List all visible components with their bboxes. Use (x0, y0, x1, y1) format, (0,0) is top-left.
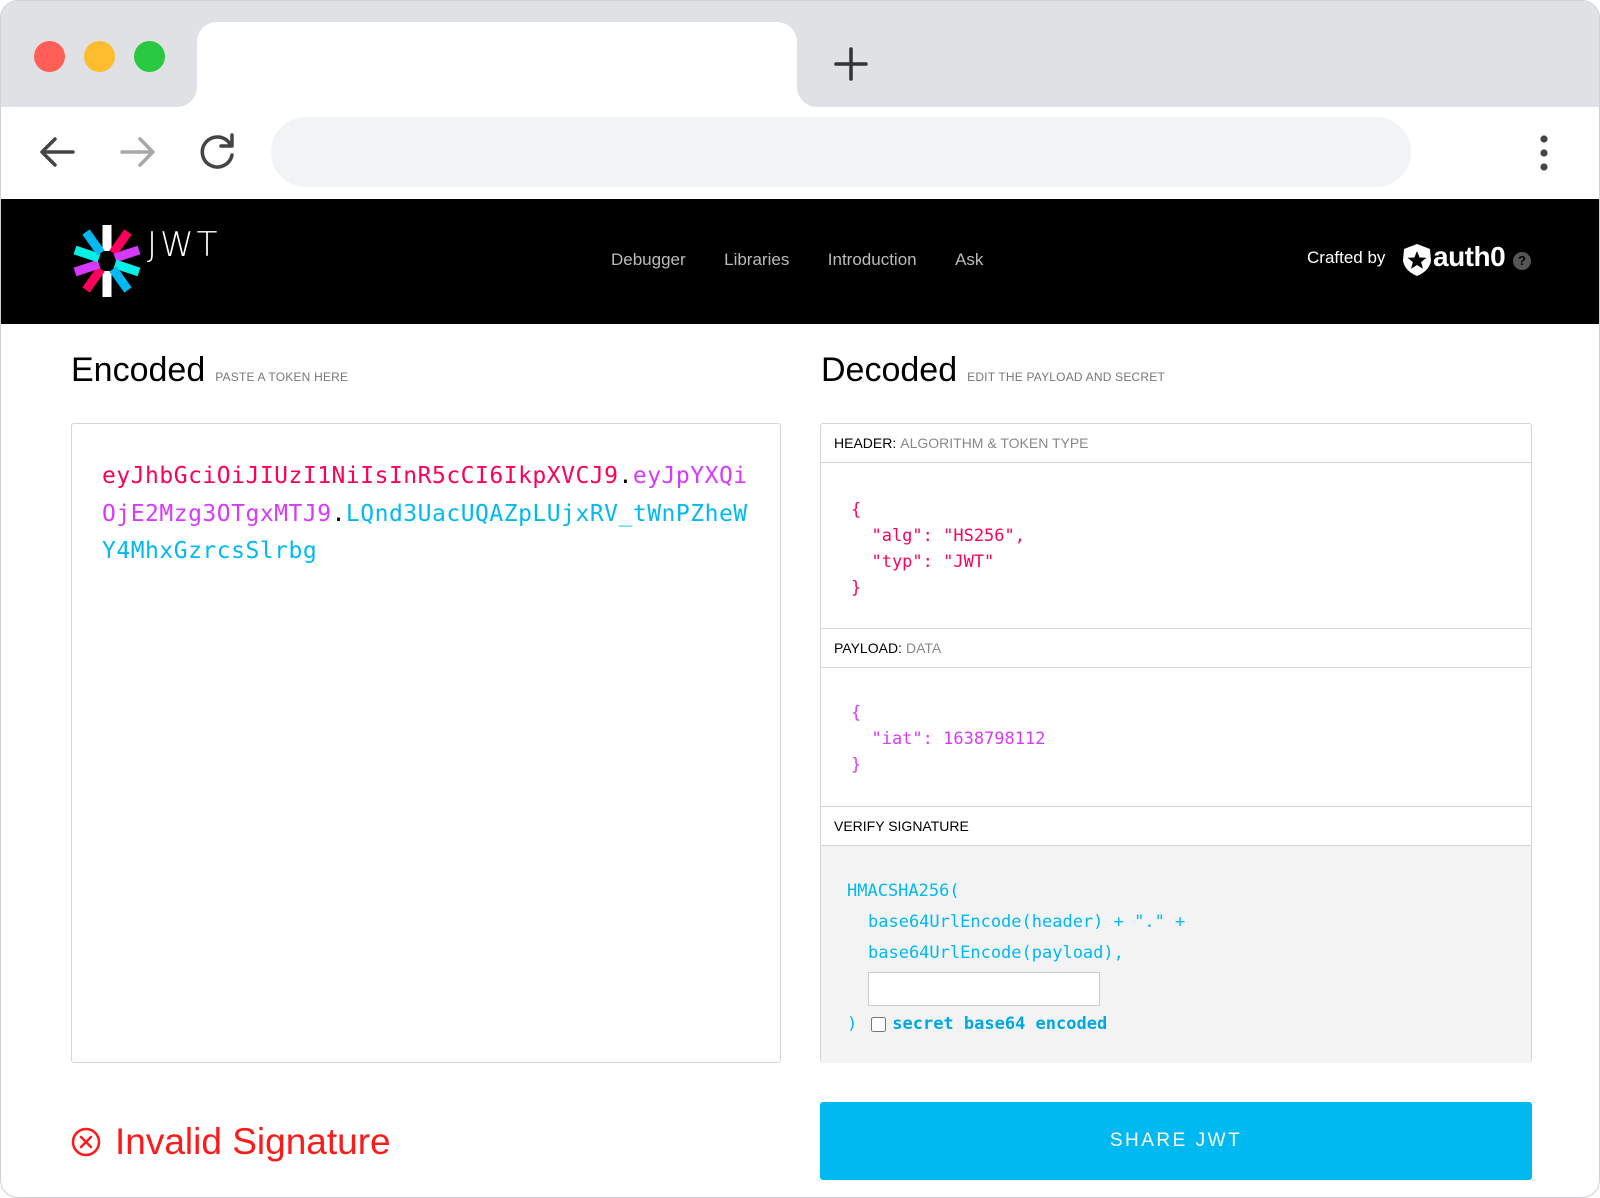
crafted-by-label: Crafted by (1307, 248, 1386, 267)
nav-introduction[interactable]: Introduction (828, 250, 917, 269)
secret-base64-checkbox[interactable] (871, 1017, 887, 1032)
decoded-heading: Decoded EDIT THE PAYLOAD AND SECRET (821, 351, 1165, 390)
decoded-panel: HEADER: ALGORITHM & TOKEN TYPE { "alg": "… (820, 423, 1532, 1063)
payload-panel-head: PAYLOAD: DATA (821, 629, 1531, 668)
forward-arrow-icon[interactable] (114, 129, 160, 175)
tab-corner-right (797, 87, 817, 107)
header-label: HEADER: (834, 435, 897, 451)
browser-toolbar (1, 107, 1599, 199)
payload-label: PAYLOAD: (834, 640, 902, 656)
tab-corner-left (177, 87, 197, 107)
minimize-window-button[interactable] (84, 41, 115, 72)
payload-json-editor[interactable]: { "iat": 1638798112 } (821, 668, 1531, 807)
encoded-heading: Encoded PASTE A TOKEN HERE (71, 351, 348, 390)
secret-base64-label[interactable]: secret base64 encoded (892, 1009, 1107, 1040)
json-line: } (851, 755, 862, 775)
decoded-hint: EDIT THE PAYLOAD AND SECRET (967, 370, 1166, 384)
header-json-editor[interactable]: { "alg": "HS256", "typ": "JWT" } (821, 463, 1531, 629)
nav-debugger[interactable]: Debugger (611, 250, 686, 269)
verify-line-header: base64UrlEncode(header) + "." + (868, 912, 1186, 932)
auth0-shield-icon[interactable] (1400, 243, 1434, 277)
json-line: { (851, 500, 862, 520)
site-header: JWT Debugger Libraries Introduction Ask … (1, 199, 1599, 324)
secret-input[interactable] (868, 972, 1100, 1006)
maximize-window-button[interactable] (134, 41, 165, 72)
decoded-title: Decoded (821, 351, 958, 389)
json-line: { (851, 703, 862, 723)
browser-menu-icon[interactable] (1529, 131, 1559, 175)
encoded-hint: PASTE A TOKEN HERE (215, 370, 349, 384)
verify-close-row: ) secret base64 encoded (847, 1009, 1531, 1040)
token-separator: . (331, 500, 346, 527)
payload-sublabel: DATA (905, 640, 942, 656)
verify-signature-body: HMACSHA256( base64UrlEncode(header) + ".… (821, 846, 1531, 1063)
json-line: "typ": "JWT" (851, 552, 995, 572)
share-jwt-button[interactable]: SHARE JWT (820, 1102, 1532, 1180)
json-line: "alg": "HS256", (851, 526, 1025, 546)
jwt-logo[interactable]: JWT (69, 221, 239, 301)
verify-signature-head: VERIFY SIGNATURE (821, 807, 1531, 846)
nav-libraries[interactable]: Libraries (724, 250, 789, 269)
new-tab-icon[interactable] (828, 41, 874, 87)
json-line: "iat": 1638798112 (851, 729, 1046, 749)
signature-status: Invalid Signature (71, 1121, 391, 1163)
header-sublabel: ALGORITHM & TOKEN TYPE (900, 435, 1089, 451)
verify-close-paren: ) (847, 1014, 858, 1034)
verify-line-payload: base64UrlEncode(payload), (868, 943, 1124, 963)
close-window-button[interactable] (34, 41, 65, 72)
tab-strip (1, 1, 1599, 107)
reload-icon[interactable] (194, 129, 240, 175)
token-separator: . (618, 463, 633, 489)
signature-status-text: Invalid Signature (115, 1121, 391, 1162)
address-bar[interactable] (271, 117, 1411, 187)
main-nav: Debugger Libraries Introduction Ask (611, 250, 1017, 270)
help-icon[interactable]: ? (1513, 252, 1531, 270)
back-arrow-icon[interactable] (35, 129, 81, 175)
encoded-title: Encoded (71, 351, 206, 389)
nav-ask[interactable]: Ask (955, 250, 983, 269)
json-line: } (851, 578, 862, 598)
auth0-brand[interactable]: auth0 (1433, 241, 1506, 273)
token-header-part: eyJhbGciOiJIUzI1NiIsInR5cCI6IkpXVCJ9 (102, 463, 619, 489)
header-panel-head: HEADER: ALGORITHM & TOKEN TYPE (821, 424, 1531, 463)
browser-tab-active[interactable] (197, 22, 797, 107)
jwt-star-icon (73, 225, 141, 297)
logo-text: JWT (147, 225, 221, 265)
browser-window: JWT Debugger Libraries Introduction Ask … (0, 0, 1600, 1198)
error-circle-icon (71, 1127, 101, 1157)
encoded-token-editor[interactable]: eyJhbGciOiJIUzI1NiIsInR5cCI6IkpXVCJ9.eyJ… (71, 423, 781, 1063)
verify-function: HMACSHA256( (847, 881, 960, 901)
verify-label: VERIFY SIGNATURE (834, 818, 969, 834)
